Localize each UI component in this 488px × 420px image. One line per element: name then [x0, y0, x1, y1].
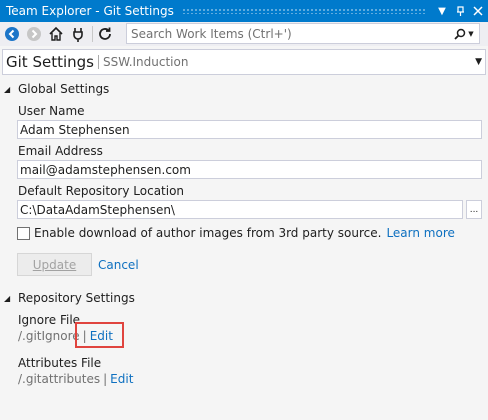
repository-settings-header[interactable]: ◢ Repository Settings: [4, 291, 135, 305]
highlight-annotation: [75, 322, 124, 348]
global-settings-header[interactable]: ◢ Global Settings: [4, 82, 109, 96]
page-header[interactable]: Git Settings SSW.Induction ▼: [2, 49, 486, 75]
author-images-option: Enable download of author images from 3r…: [17, 226, 455, 240]
repository-settings-label: Repository Settings: [18, 291, 135, 305]
attributes-file-label: Attributes File: [18, 356, 102, 370]
toolbar-separator: [92, 26, 93, 42]
window-title: Team Explorer - Git Settings: [6, 4, 174, 18]
search-box: ▼: [126, 23, 480, 44]
dropdown-icon[interactable]: ▼: [434, 0, 450, 22]
update-button-label: Update: [32, 257, 77, 272]
title-bar: Team Explorer - Git Settings ▼: [0, 0, 488, 22]
repo-location-field[interactable]: [17, 200, 463, 219]
email-label: Email Address: [18, 144, 103, 158]
email-field[interactable]: [17, 160, 482, 179]
search-icon[interactable]: ▼: [449, 28, 479, 40]
user-name-label: User Name: [18, 104, 85, 118]
user-name-field[interactable]: [17, 120, 482, 139]
page-title: Git Settings: [6, 53, 94, 71]
browse-button[interactable]: ...: [466, 200, 482, 219]
repository-name: SSW.Induction: [102, 55, 189, 69]
home-icon[interactable]: [46, 24, 66, 44]
collapse-triangle-icon[interactable]: ◢: [4, 294, 18, 303]
learn-more-link[interactable]: Learn more: [386, 226, 454, 240]
forward-arrow-icon[interactable]: [24, 24, 44, 44]
global-settings-label: Global Settings: [18, 82, 110, 96]
separator: |: [103, 372, 108, 386]
back-arrow-icon[interactable]: [2, 24, 22, 44]
plug-icon[interactable]: [68, 24, 88, 44]
author-images-label: Enable download of author images from 3r…: [34, 226, 382, 240]
cancel-link[interactable]: Cancel: [98, 258, 139, 272]
attributes-file-edit-link[interactable]: Edit: [110, 372, 133, 386]
title-bar-grip: [181, 8, 426, 14]
refresh-icon[interactable]: [95, 24, 115, 44]
attributes-file-name: /.gitattributes: [18, 372, 101, 386]
author-images-checkbox[interactable]: [17, 226, 30, 240]
ignore-file-name: /.gitIgnore: [18, 329, 80, 343]
collapse-triangle-icon[interactable]: ◢: [4, 85, 18, 94]
toolbar: ▼: [0, 22, 488, 46]
header-dropdown-icon[interactable]: ▼: [475, 57, 482, 67]
header-separator: [97, 55, 99, 69]
close-icon[interactable]: [470, 0, 486, 22]
search-dropdown-icon[interactable]: ▼: [468, 30, 473, 38]
attributes-file-row: /.gitattributes | Edit: [18, 372, 133, 386]
search-input[interactable]: [127, 24, 449, 43]
update-button[interactable]: Update: [17, 253, 92, 276]
ignore-file-label: Ignore File: [18, 313, 81, 327]
pin-icon[interactable]: [452, 0, 468, 22]
repo-location-label: Default Repository Location: [18, 184, 185, 198]
